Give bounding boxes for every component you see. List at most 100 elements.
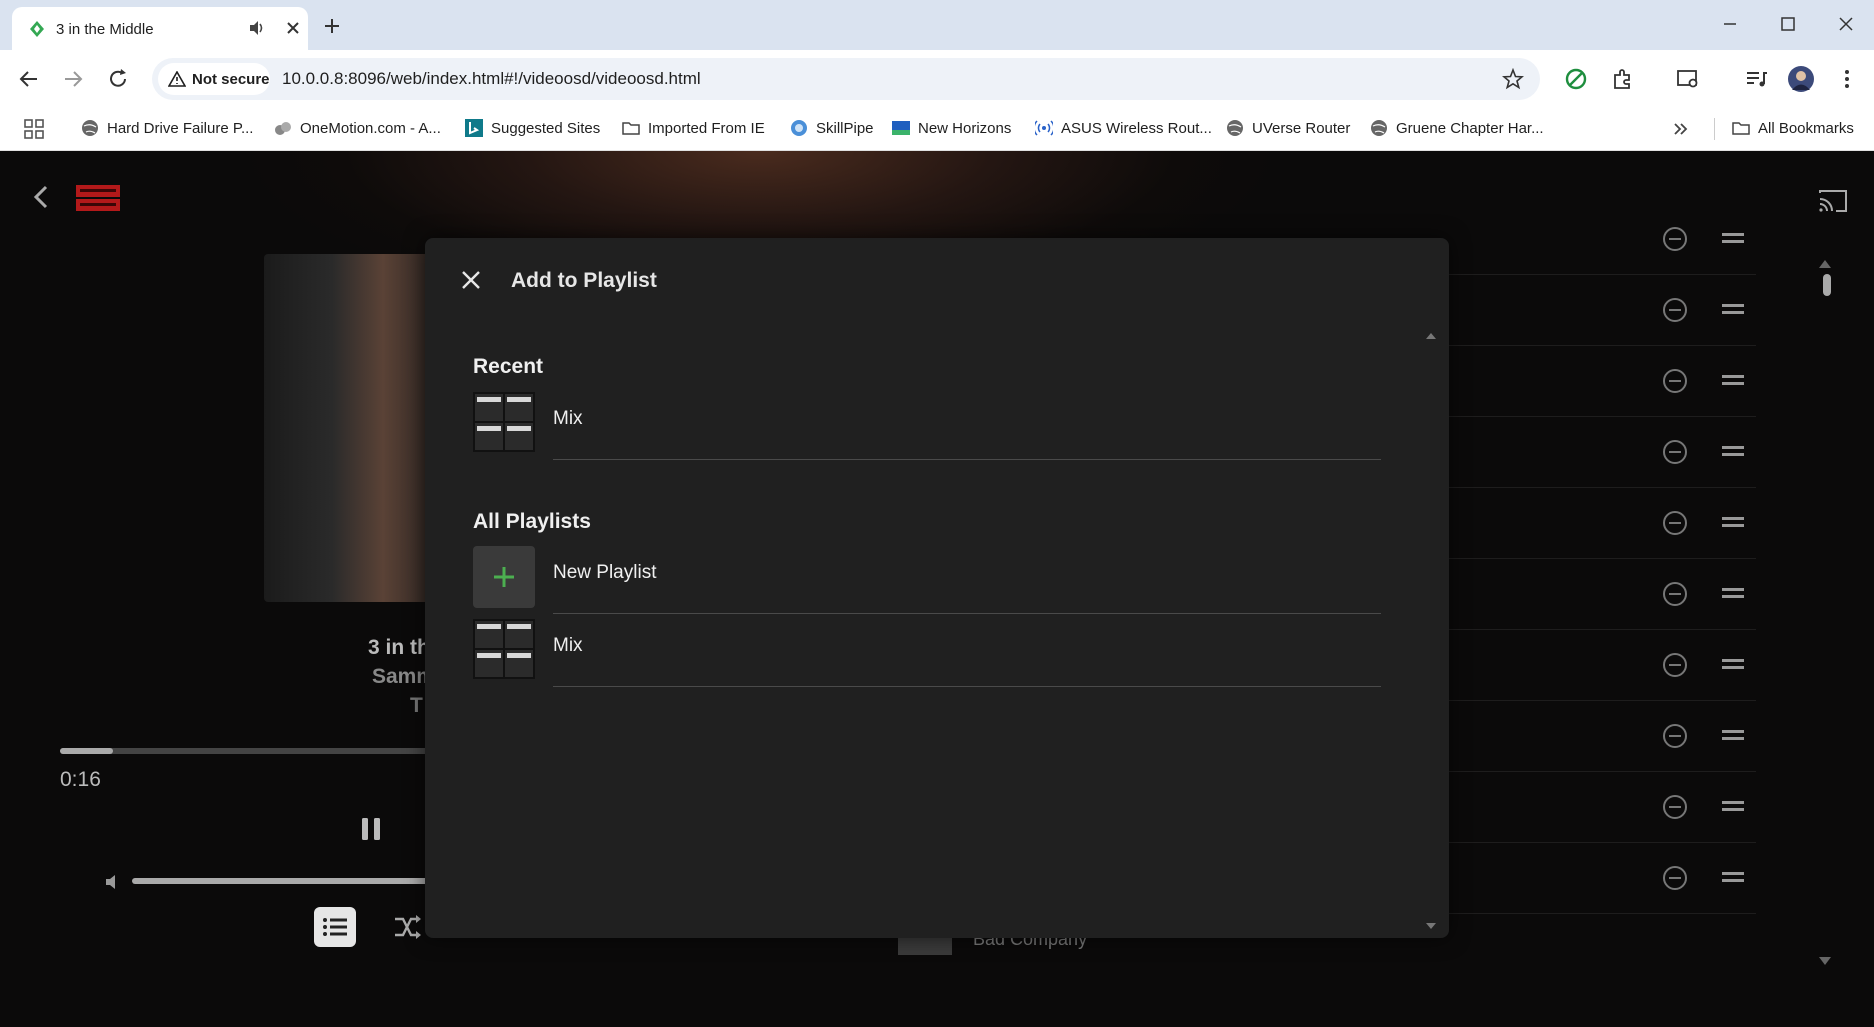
volume-icon[interactable] bbox=[104, 873, 122, 891]
drag-handle-icon[interactable] bbox=[1722, 302, 1744, 316]
minimize-icon[interactable] bbox=[1718, 12, 1742, 36]
artist-logo-icon bbox=[76, 185, 120, 211]
seek-bar[interactable] bbox=[60, 748, 440, 754]
site-icon bbox=[791, 120, 807, 136]
remove-from-queue-icon[interactable] bbox=[1662, 581, 1688, 607]
remove-from-queue-icon[interactable] bbox=[1662, 794, 1688, 820]
pause-icon[interactable] bbox=[359, 816, 383, 842]
security-chip[interactable]: Not secure bbox=[158, 63, 270, 95]
drag-handle-icon[interactable] bbox=[1722, 586, 1744, 600]
extensions-puzzle-icon[interactable] bbox=[1610, 66, 1636, 92]
new-playlist-item[interactable]: New Playlist bbox=[473, 542, 1381, 614]
globe-icon bbox=[1371, 120, 1387, 136]
bookmark-label: UVerse Router bbox=[1252, 119, 1351, 137]
blocked-extension-icon[interactable] bbox=[1563, 66, 1589, 92]
forward-icon[interactable] bbox=[59, 65, 87, 93]
remove-from-queue-icon[interactable] bbox=[1662, 865, 1688, 891]
bookmark-label: OneMotion.com - A... bbox=[300, 119, 441, 137]
playlist-name: Mix bbox=[553, 635, 583, 656]
remove-from-queue-icon[interactable] bbox=[1662, 297, 1688, 323]
playlist-item[interactable]: Mix bbox=[473, 615, 1381, 687]
drag-handle-icon[interactable] bbox=[1722, 657, 1744, 671]
chrome-menu-icon[interactable] bbox=[1834, 66, 1860, 92]
divider bbox=[553, 459, 1381, 460]
bookmark-suggested-sites[interactable]: Suggested Sites bbox=[465, 116, 600, 140]
all-bookmarks-button[interactable]: All Bookmarks bbox=[1732, 116, 1854, 140]
drag-handle-icon[interactable] bbox=[1722, 728, 1744, 742]
scroll-up-arrow-icon[interactable] bbox=[1818, 259, 1832, 269]
bookmarks-divider bbox=[1714, 118, 1715, 140]
bookmark-asus-router[interactable]: ASUS Wireless Rout... bbox=[1035, 116, 1212, 140]
browser-toolbar: Not secure 10.0.0.8:8096/web/index.html#… bbox=[0, 50, 1874, 108]
maximize-icon[interactable] bbox=[1776, 12, 1800, 36]
album-art bbox=[264, 254, 434, 602]
profile-avatar-icon[interactable] bbox=[1788, 66, 1814, 92]
scroll-down-arrow-icon[interactable] bbox=[1818, 956, 1832, 966]
queue-button[interactable] bbox=[314, 907, 356, 947]
audio-playing-icon[interactable] bbox=[248, 19, 266, 37]
list-icon bbox=[323, 918, 347, 936]
window-close-icon[interactable] bbox=[1834, 12, 1858, 36]
bookmark-uverse-router[interactable]: UVerse Router bbox=[1226, 116, 1350, 140]
folder-icon bbox=[622, 122, 640, 135]
drag-handle-icon[interactable] bbox=[1722, 515, 1744, 529]
bookmark-new-horizons[interactable]: New Horizons bbox=[892, 116, 1011, 140]
omnibox[interactable]: Not secure 10.0.0.8:8096/web/index.html#… bbox=[152, 58, 1540, 100]
remove-from-queue-icon[interactable] bbox=[1662, 723, 1688, 749]
address-url[interactable]: 10.0.0.8:8096/web/index.html#!/videoosd/… bbox=[282, 69, 701, 89]
dialog-close-icon[interactable] bbox=[461, 270, 481, 290]
remove-from-queue-icon[interactable] bbox=[1662, 226, 1688, 252]
more-bookmarks-chevron-icon[interactable] bbox=[1672, 121, 1690, 137]
tab-search-icon[interactable] bbox=[1675, 66, 1701, 92]
bookmark-gruene-chapter[interactable]: Gruene Chapter Har... bbox=[1370, 116, 1544, 140]
drag-handle-icon[interactable] bbox=[1722, 444, 1744, 458]
browser-tab[interactable]: 3 in the Middle bbox=[12, 7, 308, 50]
bookmark-star-icon[interactable] bbox=[1502, 68, 1524, 90]
remove-from-queue-icon[interactable] bbox=[1662, 439, 1688, 465]
bookmark-label: Hard Drive Failure P... bbox=[107, 119, 254, 137]
bookmark-imported-from-ie[interactable]: Imported From IE bbox=[622, 116, 765, 140]
bookmark-label: Suggested Sites bbox=[491, 119, 601, 137]
add-to-playlist-dialog: Add to Playlist Recent Mix All Playlists… bbox=[425, 238, 1449, 938]
scrollbar-thumb[interactable] bbox=[1823, 274, 1831, 296]
dialog-title: Add to Playlist bbox=[511, 269, 657, 292]
bookmark-label: ASUS Wireless Rout... bbox=[1061, 119, 1212, 137]
remove-from-queue-icon[interactable] bbox=[1662, 652, 1688, 678]
bookmark-label: Gruene Chapter Har... bbox=[1396, 119, 1544, 137]
volume-slider[interactable] bbox=[132, 878, 432, 884]
bing-icon bbox=[465, 119, 483, 137]
bookmark-skillpipe[interactable]: SkillPipe bbox=[790, 116, 874, 140]
new-playlist-tile bbox=[473, 546, 535, 608]
dialog-scroll-up-icon[interactable] bbox=[1425, 332, 1437, 340]
drag-handle-icon[interactable] bbox=[1722, 799, 1744, 813]
elapsed-time: 0:16 bbox=[60, 768, 101, 791]
cast-icon[interactable] bbox=[1818, 189, 1848, 213]
new-tab-icon[interactable] bbox=[320, 14, 344, 38]
all-bookmarks-label: All Bookmarks bbox=[1758, 119, 1854, 137]
dialog-scroll-down-icon[interactable] bbox=[1425, 922, 1437, 930]
media-control-icon[interactable] bbox=[1743, 66, 1769, 92]
wireless-icon bbox=[1035, 120, 1053, 136]
reload-icon[interactable] bbox=[104, 65, 132, 93]
track-album[interactable]: T bbox=[410, 694, 423, 718]
back-arrow-icon[interactable] bbox=[28, 183, 56, 211]
recent-playlist-item[interactable]: Mix bbox=[473, 388, 1381, 460]
drag-handle-icon[interactable] bbox=[1722, 870, 1744, 884]
bookmark-onemotion[interactable]: OneMotion.com - A... bbox=[274, 116, 441, 140]
remove-from-queue-icon[interactable] bbox=[1662, 368, 1688, 394]
bookmark-hard-drive[interactable]: Hard Drive Failure P... bbox=[81, 116, 253, 140]
remove-from-queue-icon[interactable] bbox=[1662, 510, 1688, 536]
drag-handle-icon[interactable] bbox=[1722, 231, 1744, 245]
tab-close-icon[interactable] bbox=[284, 19, 302, 37]
seek-bar-fill bbox=[60, 748, 114, 754]
back-icon[interactable] bbox=[15, 65, 43, 93]
playlist-thumbnail bbox=[473, 619, 535, 679]
bookmark-label: New Horizons bbox=[918, 119, 1012, 137]
drag-handle-icon[interactable] bbox=[1722, 373, 1744, 387]
apps-grid-icon[interactable] bbox=[24, 119, 44, 139]
warning-icon bbox=[168, 71, 186, 87]
jellyfin-favicon-icon bbox=[30, 21, 44, 37]
tab-title: 3 in the Middle bbox=[56, 21, 154, 38]
shuffle-icon[interactable] bbox=[392, 913, 422, 941]
browser-tab-strip: 3 in the Middle bbox=[0, 0, 1874, 50]
